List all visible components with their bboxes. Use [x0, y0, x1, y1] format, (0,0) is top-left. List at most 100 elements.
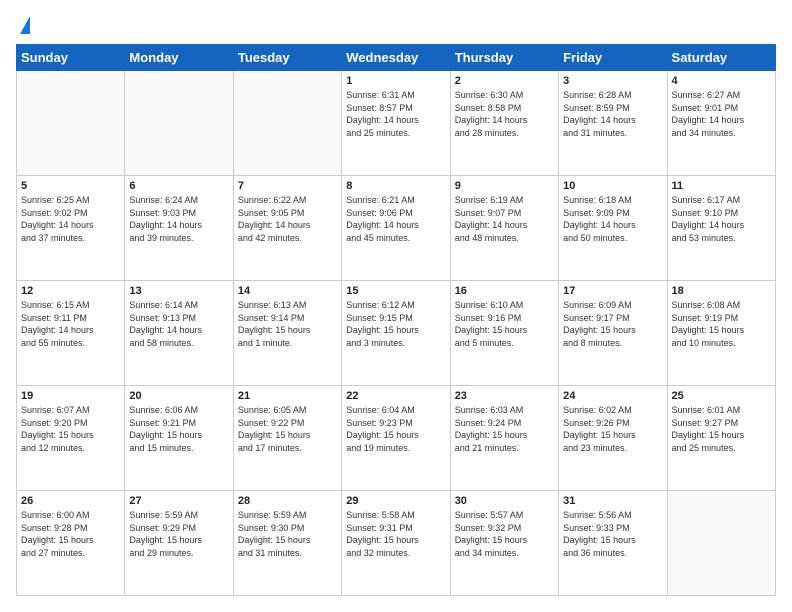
calendar-cell: 20 Sunrise: 6:06 AMSunset: 9:21 PMDayligh… — [125, 386, 233, 491]
day-info: Sunrise: 6:30 AMSunset: 8:58 PMDaylight:… — [455, 89, 554, 139]
calendar-week-5: 26 Sunrise: 6:00 AMSunset: 9:28 PMDayligh… — [17, 491, 776, 596]
calendar-cell: 4 Sunrise: 6:27 AMSunset: 9:01 PMDaylight… — [667, 71, 775, 176]
calendar-week-4: 19Sunrise: 6:07 AMSunset: 9:20 PMDayligh… — [17, 386, 776, 491]
day-number: 4 — [672, 75, 771, 87]
day-number: 30 — [455, 495, 554, 507]
calendar-cell: 21Sunrise: 6:05 AMSunset: 9:22 PMDayligh… — [233, 386, 341, 491]
calendar-cell: 19Sunrise: 6:07 AMSunset: 9:20 PMDayligh… — [17, 386, 125, 491]
calendar-cell: 3 Sunrise: 6:28 AMSunset: 8:59 PMDaylight… — [559, 71, 667, 176]
day-number: 25 — [672, 390, 771, 402]
calendar-cell: 30 Sunrise: 5:57 AMSunset: 9:32 PMDayligh… — [450, 491, 558, 596]
weekday-header-row: SundayMondayTuesdayWednesdayThursdayFrid… — [17, 45, 776, 71]
day-number: 26 — [21, 495, 120, 507]
calendar-cell: 12 Sunrise: 6:15 AMSunset: 9:11 PMDayligh… — [17, 281, 125, 386]
calendar-cell: 23 Sunrise: 6:03 AMSunset: 9:24 PMDayligh… — [450, 386, 558, 491]
calendar-week-3: 12 Sunrise: 6:15 AMSunset: 9:11 PMDayligh… — [17, 281, 776, 386]
day-number: 10 — [563, 180, 662, 192]
day-number: 24 — [563, 390, 662, 402]
day-number: 8 — [346, 180, 445, 192]
day-info: Sunrise: 6:02 AMSunset: 9:26 PMDaylight:… — [563, 404, 662, 454]
calendar-week-1: 1 Sunrise: 6:31 AMSunset: 8:57 PMDaylight… — [17, 71, 776, 176]
day-number: 22 — [346, 390, 445, 402]
calendar-table: SundayMondayTuesdayWednesdayThursdayFrid… — [16, 44, 776, 596]
day-number: 11 — [672, 180, 771, 192]
day-info: Sunrise: 6:28 AMSunset: 8:59 PMDaylight:… — [563, 89, 662, 139]
day-info: Sunrise: 6:13 AMSunset: 9:14 PMDaylight:… — [238, 299, 337, 349]
day-info: Sunrise: 6:06 AMSunset: 9:21 PMDaylight:… — [129, 404, 228, 454]
day-number: 14 — [238, 285, 337, 297]
day-info: Sunrise: 5:59 AMSunset: 9:30 PMDaylight:… — [238, 509, 337, 559]
day-number: 12 — [21, 285, 120, 297]
calendar-cell: 14 Sunrise: 6:13 AMSunset: 9:14 PMDayligh… — [233, 281, 341, 386]
day-number: 20 — [129, 390, 228, 402]
day-info: Sunrise: 6:10 AMSunset: 9:16 PMDaylight:… — [455, 299, 554, 349]
day-info: Sunrise: 6:00 AMSunset: 9:28 PMDaylight:… — [21, 509, 120, 559]
logo-text — [16, 16, 30, 34]
calendar-cell: 10 Sunrise: 6:18 AMSunset: 9:09 PMDayligh… — [559, 176, 667, 281]
day-info: Sunrise: 6:24 AMSunset: 9:03 PMDaylight:… — [129, 194, 228, 244]
logo — [16, 16, 30, 34]
calendar-cell: 11Sunrise: 6:17 AMSunset: 9:10 PMDayligh… — [667, 176, 775, 281]
day-info: Sunrise: 6:22 AMSunset: 9:05 PMDaylight:… — [238, 194, 337, 244]
calendar-cell: 9Sunrise: 6:19 AMSunset: 9:07 PMDaylight… — [450, 176, 558, 281]
calendar-cell: 13Sunrise: 6:14 AMSunset: 9:13 PMDayligh… — [125, 281, 233, 386]
calendar-cell: 2 Sunrise: 6:30 AMSunset: 8:58 PMDaylight… — [450, 71, 558, 176]
day-info: Sunrise: 6:18 AMSunset: 9:09 PMDaylight:… — [563, 194, 662, 244]
day-info: Sunrise: 5:59 AMSunset: 9:29 PMDaylight:… — [129, 509, 228, 559]
header — [16, 16, 776, 34]
calendar-cell: 29 Sunrise: 5:58 AMSunset: 9:31 PMDayligh… — [342, 491, 450, 596]
calendar-cell — [125, 71, 233, 176]
day-number: 3 — [563, 75, 662, 87]
calendar-cell: 18 Sunrise: 6:08 AMSunset: 9:19 PMDayligh… — [667, 281, 775, 386]
day-number: 7 — [238, 180, 337, 192]
day-info: Sunrise: 6:19 AMSunset: 9:07 PMDaylight:… — [455, 194, 554, 244]
calendar-cell: 26 Sunrise: 6:00 AMSunset: 9:28 PMDayligh… — [17, 491, 125, 596]
calendar-cell: 27 Sunrise: 5:59 AMSunset: 9:29 PMDayligh… — [125, 491, 233, 596]
day-number: 21 — [238, 390, 337, 402]
day-info: Sunrise: 6:04 AMSunset: 9:23 PMDaylight:… — [346, 404, 445, 454]
day-number: 2 — [455, 75, 554, 87]
day-number: 29 — [346, 495, 445, 507]
day-number: 18 — [672, 285, 771, 297]
calendar-cell: 1 Sunrise: 6:31 AMSunset: 8:57 PMDaylight… — [342, 71, 450, 176]
day-number: 23 — [455, 390, 554, 402]
calendar-cell: 7 Sunrise: 6:22 AMSunset: 9:05 PMDaylight… — [233, 176, 341, 281]
calendar-cell: 8Sunrise: 6:21 AMSunset: 9:06 PMDaylight… — [342, 176, 450, 281]
day-info: Sunrise: 6:25 AMSunset: 9:02 PMDaylight:… — [21, 194, 120, 244]
day-info: Sunrise: 6:08 AMSunset: 9:19 PMDaylight:… — [672, 299, 771, 349]
day-info: Sunrise: 5:58 AMSunset: 9:31 PMDaylight:… — [346, 509, 445, 559]
day-info: Sunrise: 6:03 AMSunset: 9:24 PMDaylight:… — [455, 404, 554, 454]
calendar-cell: 15Sunrise: 6:12 AMSunset: 9:15 PMDayligh… — [342, 281, 450, 386]
logo-arrow-icon — [20, 16, 30, 34]
day-number: 15 — [346, 285, 445, 297]
weekday-header-sunday: Sunday — [17, 45, 125, 71]
day-info: Sunrise: 6:31 AMSunset: 8:57 PMDaylight:… — [346, 89, 445, 139]
calendar-cell — [17, 71, 125, 176]
day-number: 19 — [21, 390, 120, 402]
weekday-header-friday: Friday — [559, 45, 667, 71]
day-number: 16 — [455, 285, 554, 297]
day-info: Sunrise: 6:15 AMSunset: 9:11 PMDaylight:… — [21, 299, 120, 349]
day-number: 27 — [129, 495, 228, 507]
day-number: 31 — [563, 495, 662, 507]
day-number: 17 — [563, 285, 662, 297]
weekday-header-wednesday: Wednesday — [342, 45, 450, 71]
day-number: 28 — [238, 495, 337, 507]
calendar-cell: 5 Sunrise: 6:25 AMSunset: 9:02 PMDaylight… — [17, 176, 125, 281]
day-info: Sunrise: 6:14 AMSunset: 9:13 PMDaylight:… — [129, 299, 228, 349]
calendar-cell: 25Sunrise: 6:01 AMSunset: 9:27 PMDayligh… — [667, 386, 775, 491]
calendar-week-2: 5 Sunrise: 6:25 AMSunset: 9:02 PMDaylight… — [17, 176, 776, 281]
day-info: Sunrise: 6:27 AMSunset: 9:01 PMDaylight:… — [672, 89, 771, 139]
weekday-header-thursday: Thursday — [450, 45, 558, 71]
calendar-cell: 22 Sunrise: 6:04 AMSunset: 9:23 PMDayligh… — [342, 386, 450, 491]
day-number: 6 — [129, 180, 228, 192]
day-number: 5 — [21, 180, 120, 192]
day-info: Sunrise: 5:56 AMSunset: 9:33 PMDaylight:… — [563, 509, 662, 559]
weekday-header-monday: Monday — [125, 45, 233, 71]
calendar-cell: 31 Sunrise: 5:56 AMSunset: 9:33 PMDayligh… — [559, 491, 667, 596]
day-info: Sunrise: 5:57 AMSunset: 9:32 PMDaylight:… — [455, 509, 554, 559]
calendar-cell: 28 Sunrise: 5:59 AMSunset: 9:30 PMDayligh… — [233, 491, 341, 596]
calendar-cell — [233, 71, 341, 176]
weekday-header-saturday: Saturday — [667, 45, 775, 71]
day-number: 1 — [346, 75, 445, 87]
